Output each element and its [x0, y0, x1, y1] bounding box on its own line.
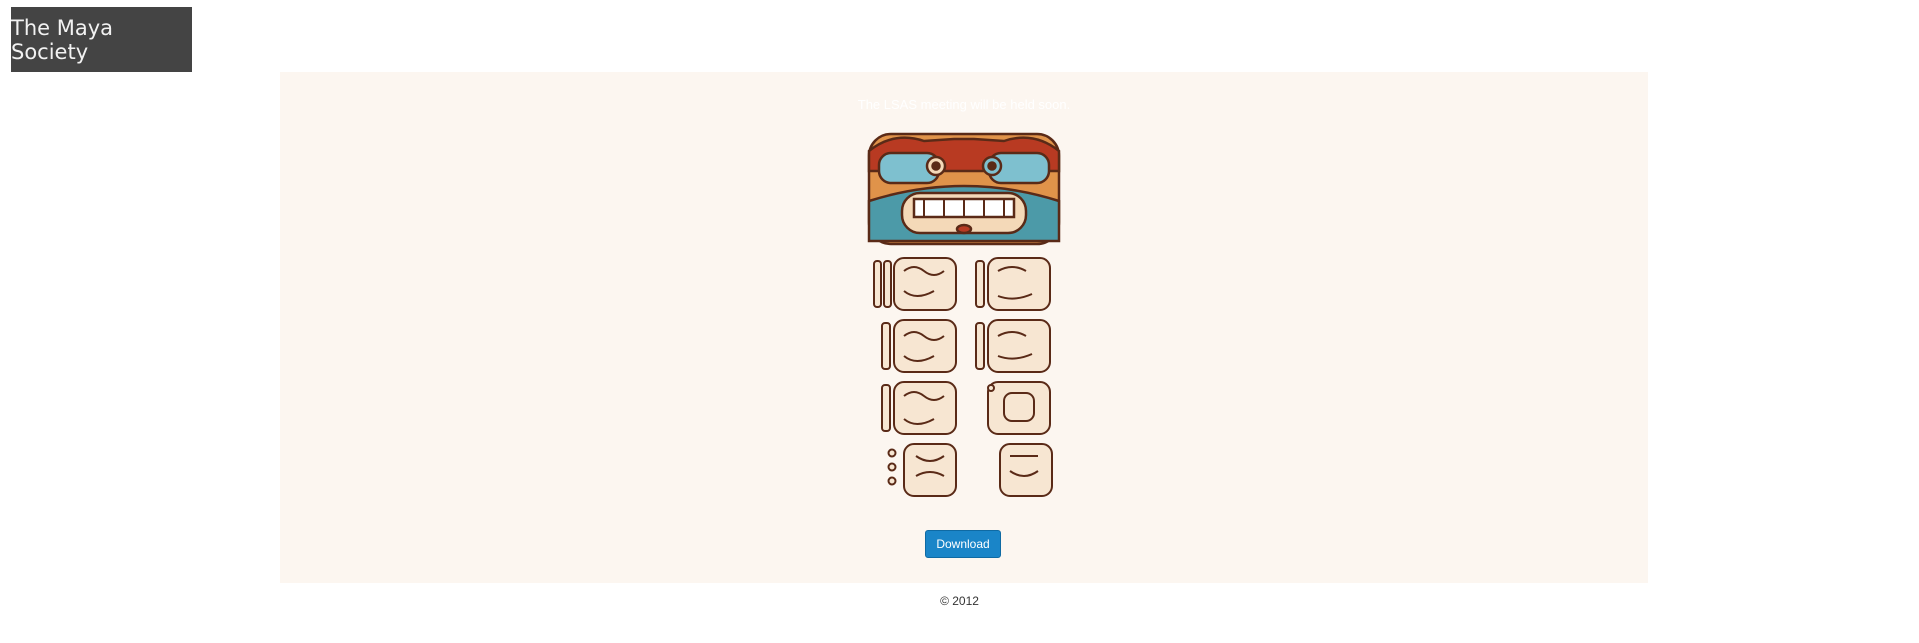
site-brand[interactable]: The Maya Society — [11, 7, 192, 72]
download-button[interactable]: Download — [925, 530, 1001, 558]
footer-copyright: © 2012 — [940, 594, 979, 608]
meeting-notice: The LSAS meeting will be held soon. — [857, 97, 1071, 112]
headdress-glyph — [867, 132, 1061, 246]
maya-glyph-illustration — [867, 132, 1061, 497]
glyph-columns — [873, 257, 1053, 497]
main-panel: The LSAS meeting will be held soon. Down… — [280, 72, 1648, 583]
